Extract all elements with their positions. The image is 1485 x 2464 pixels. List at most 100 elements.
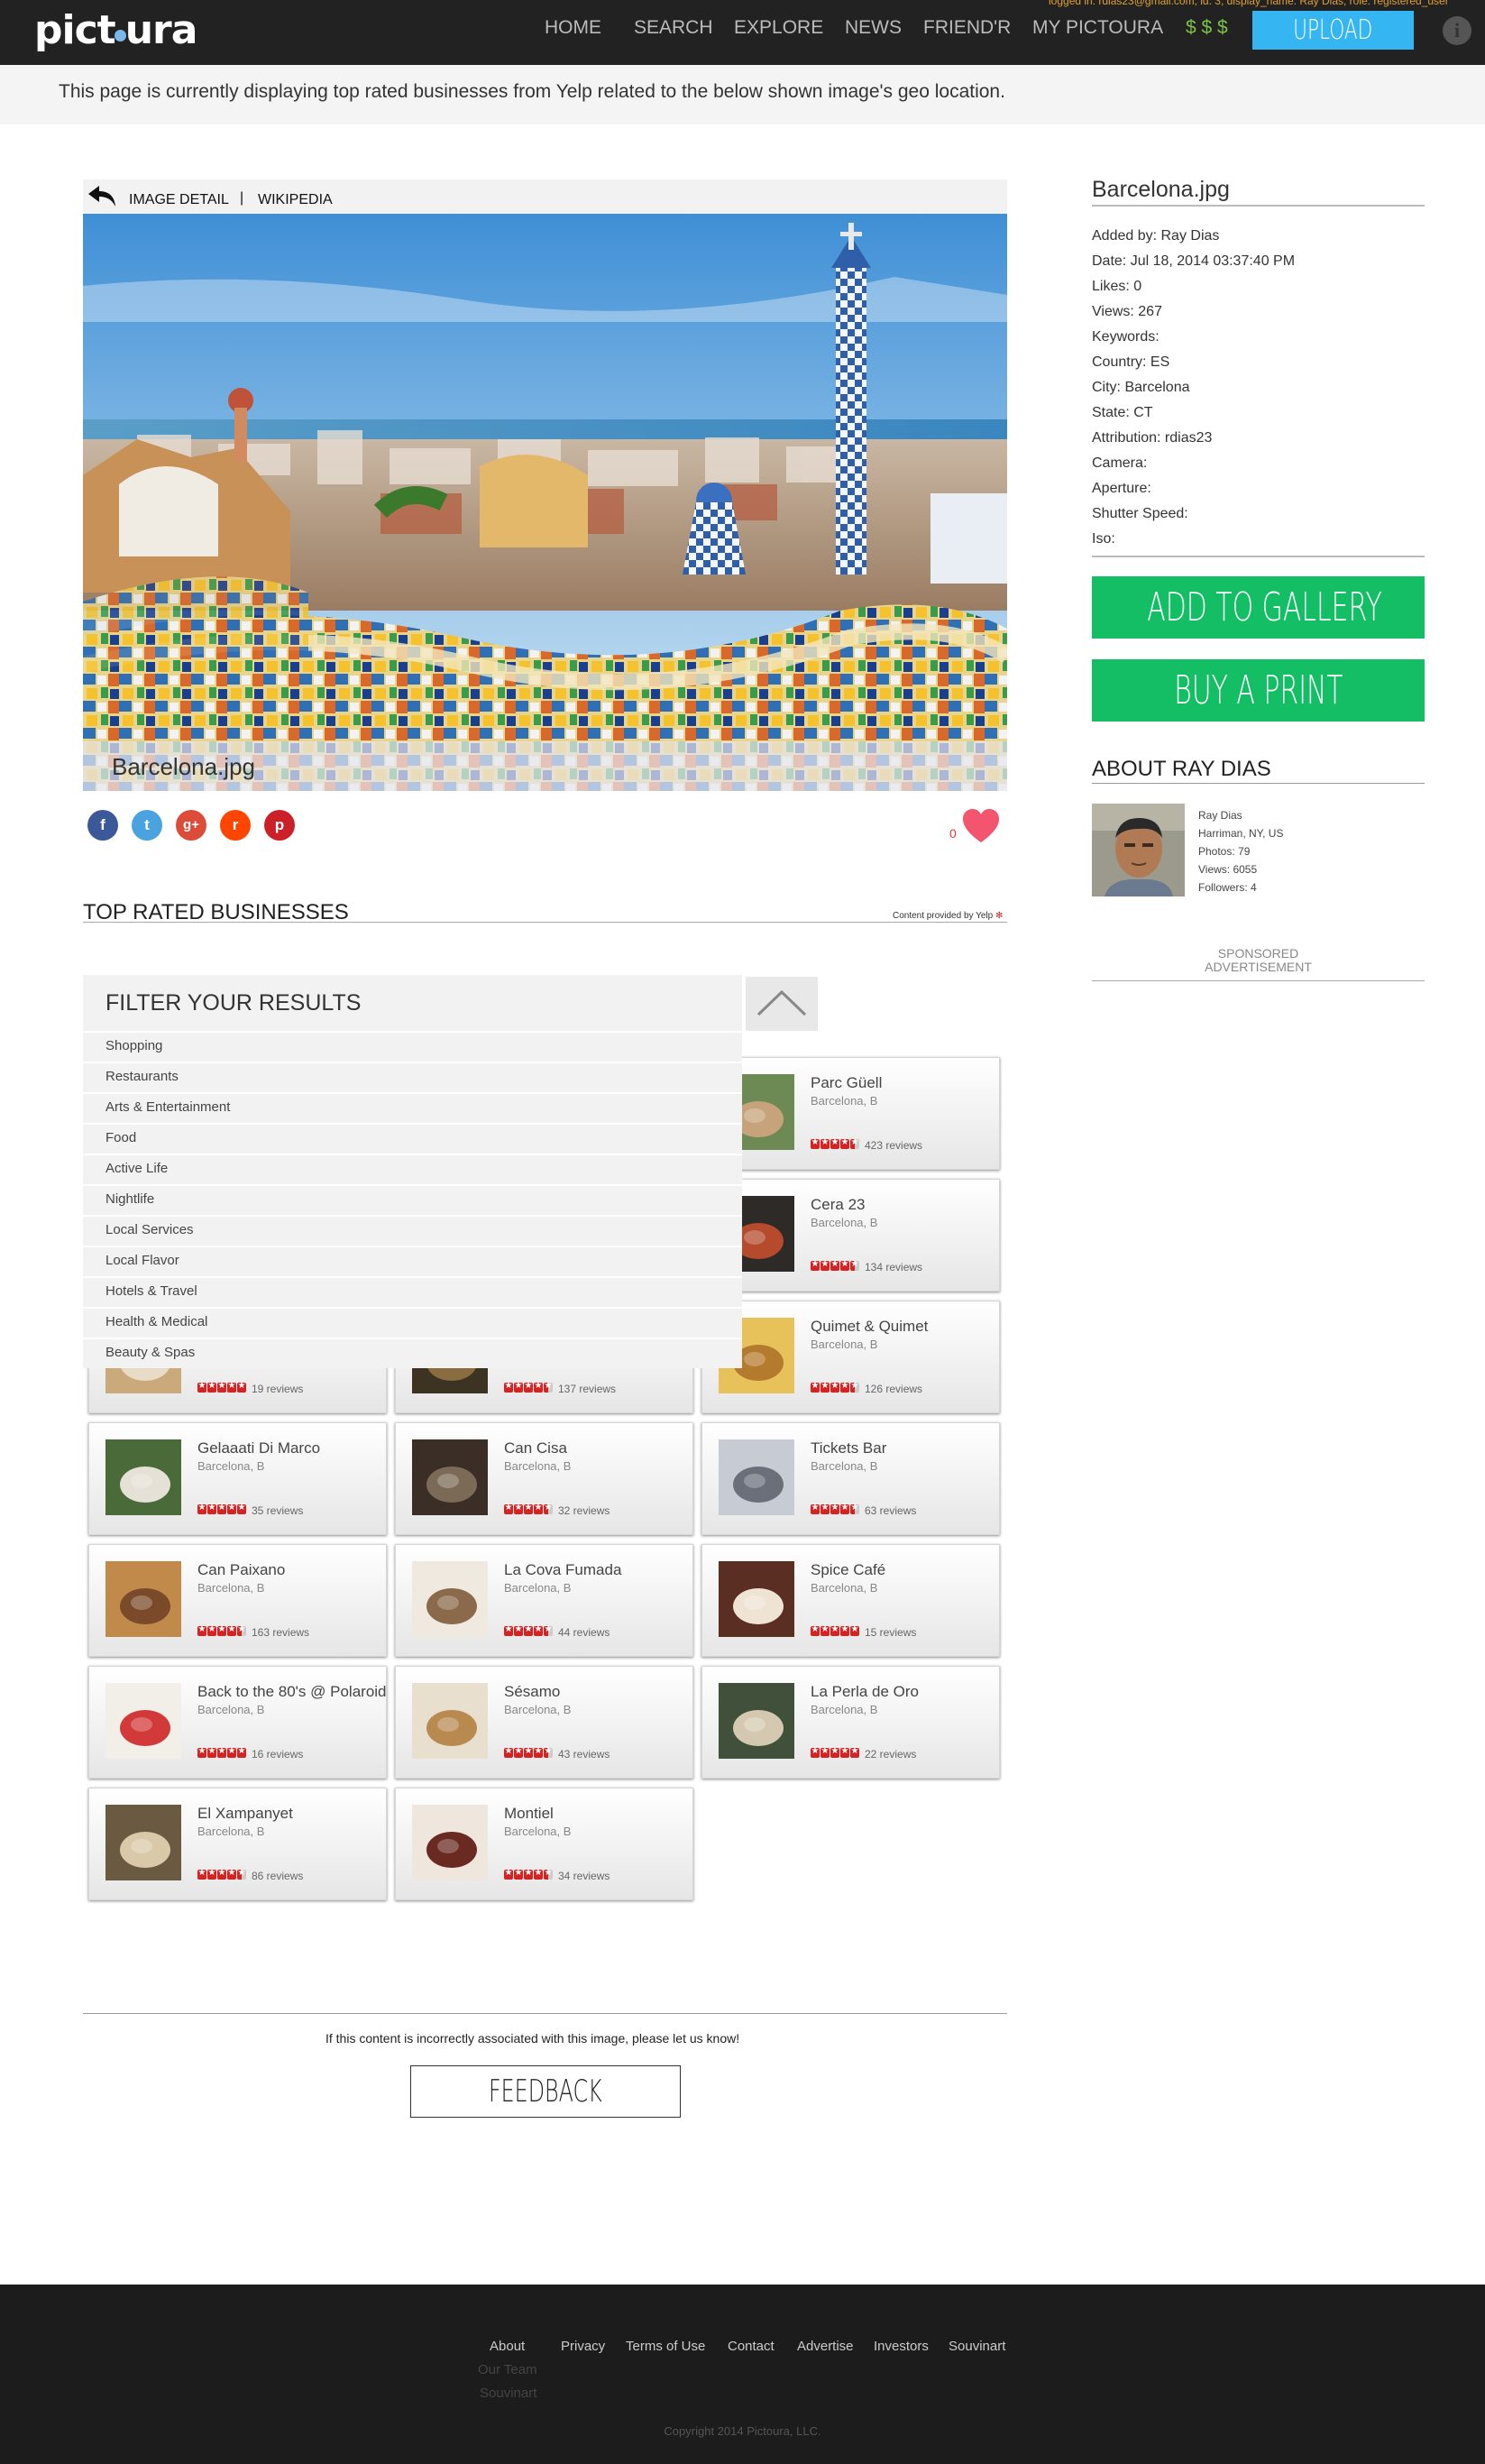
business-card[interactable]: Tickets Bar Barcelona, B 63 reviews — [701, 1422, 1000, 1535]
footer-our-team[interactable]: Our Team — [478, 2362, 537, 2377]
business-card[interactable]: Gelaaati Di Marco Barcelona, B 35 reviews — [88, 1422, 387, 1535]
star-icon — [524, 1746, 533, 1758]
filter-item[interactable]: Shopping — [83, 1031, 742, 1060]
business-name[interactable]: La Cova Fumada — [504, 1561, 621, 1579]
filter-item[interactable]: Restaurants — [83, 1062, 742, 1090]
business-card[interactable]: Parc Güell Barcelona, B 423 reviews — [701, 1057, 1000, 1170]
filter-item[interactable]: Food — [83, 1123, 742, 1152]
star-rating — [197, 1503, 246, 1515]
nav-explore[interactable]: EXPLORE — [734, 17, 823, 39]
footer-investors[interactable]: Investors — [874, 2339, 929, 2354]
business-card[interactable]: El Xampanyet Barcelona, B 86 reviews — [88, 1788, 387, 1900]
business-city: Barcelona, B — [504, 1459, 572, 1473]
footer-about[interactable]: About — [490, 2339, 525, 2354]
heart-like-icon[interactable] — [961, 808, 1001, 844]
business-name[interactable]: Cera 23 — [811, 1196, 865, 1214]
footer-privacy[interactable]: Privacy — [561, 2339, 605, 2354]
business-card[interactable]: Cera 23 Barcelona, B 134 reviews — [701, 1179, 1000, 1292]
filter-item[interactable]: Nightlife — [83, 1184, 742, 1213]
business-name[interactable]: Can Paixano — [197, 1561, 285, 1579]
business-card[interactable]: Sésamo Barcelona, B 43 reviews — [395, 1666, 693, 1779]
pinterest-icon[interactable]: p — [264, 810, 295, 841]
star-rating — [811, 1137, 859, 1150]
facebook-icon[interactable]: f — [87, 810, 118, 841]
business-thumbnail[interactable] — [105, 1561, 181, 1637]
business-name[interactable]: Parc Güell — [811, 1074, 882, 1092]
feedback-button[interactable]: FEEDBACK — [410, 2065, 681, 2118]
business-name[interactable]: Sésamo — [504, 1683, 560, 1701]
business-thumbnail[interactable] — [412, 1805, 488, 1880]
nav-my-pictoura[interactable]: MY PICTOURA — [1032, 17, 1163, 39]
business-card[interactable]: Can Paixano Barcelona, B 163 reviews — [88, 1544, 387, 1657]
info-icon[interactable]: i — [1443, 16, 1471, 45]
star-icon — [207, 1624, 216, 1636]
main-photo[interactable] — [83, 214, 1007, 791]
star-icon — [850, 1259, 859, 1271]
filter-item[interactable]: Active Life — [83, 1154, 742, 1182]
avatar[interactable] — [1092, 804, 1185, 896]
twitter-icon[interactable]: t — [132, 810, 162, 841]
business-name[interactable]: La Perla de Oro — [811, 1683, 919, 1701]
star-icon — [227, 1503, 236, 1514]
business-city: Barcelona, B — [197, 1459, 265, 1473]
business-name[interactable]: Gelaaati Di Marco — [197, 1439, 320, 1457]
business-name[interactable]: Tickets Bar — [811, 1439, 886, 1457]
business-card[interactable]: Montiel Barcelona, B 34 reviews — [395, 1788, 693, 1900]
filter-item[interactable]: Local Services — [83, 1215, 742, 1244]
business-card[interactable]: Can Cisa Barcelona, B 32 reviews — [395, 1422, 693, 1535]
google-plus-icon[interactable]: g+ — [176, 810, 206, 841]
star-icon — [207, 1746, 216, 1758]
nav-search[interactable]: SEARCH — [634, 17, 713, 39]
reddit-icon[interactable]: r — [220, 810, 251, 841]
business-name[interactable]: Spice Café — [811, 1561, 885, 1579]
filter-collapse-button[interactable] — [746, 977, 818, 1031]
footer-terms[interactable]: Terms of Use — [626, 2339, 705, 2354]
footer-souvinart-sub[interactable]: Souvinart — [480, 2386, 536, 2401]
nav-news[interactable]: NEWS — [845, 17, 902, 39]
star-icon — [237, 1868, 246, 1880]
back-arrow-icon[interactable] — [87, 183, 117, 210]
footer-advertise[interactable]: Advertise — [797, 2339, 854, 2354]
about-field[interactable]: Ray Dias — [1198, 809, 1242, 822]
business-thumbnail[interactable] — [412, 1439, 488, 1515]
business-name[interactable]: Can Cisa — [504, 1439, 567, 1457]
nav-friendr[interactable]: FRIEND'R — [923, 17, 1011, 39]
business-card[interactable]: La Cova Fumada Barcelona, B 44 reviews — [395, 1544, 693, 1657]
filter-item[interactable]: Arts & Entertainment — [83, 1092, 742, 1121]
business-thumbnail[interactable] — [719, 1561, 794, 1637]
business-name[interactable]: El Xampanyet — [197, 1805, 293, 1823]
nav-money[interactable]: $ $ $ — [1186, 17, 1228, 39]
filter-item[interactable]: Beauty & Spas — [83, 1338, 742, 1366]
star-icon — [534, 1746, 543, 1758]
star-icon — [524, 1503, 533, 1514]
footer-souvinart[interactable]: Souvinart — [949, 2339, 1005, 2354]
buy-print-button[interactable]: BUY A PRINT — [1092, 659, 1425, 722]
pictoura-logo[interactable]: pict ura — [34, 7, 197, 53]
nav-home[interactable]: HOME — [545, 17, 601, 39]
business-name[interactable]: Quimet & Quimet — [811, 1318, 928, 1336]
filter-item[interactable]: Health & Medical — [83, 1307, 742, 1336]
business-name[interactable]: Montiel — [504, 1805, 554, 1823]
business-thumbnail[interactable] — [412, 1561, 488, 1637]
filter-item[interactable]: Hotels & Travel — [83, 1276, 742, 1305]
business-thumbnail[interactable] — [105, 1683, 181, 1759]
business-thumbnail[interactable] — [105, 1439, 181, 1515]
business-card[interactable]: Quimet & Quimet Barcelona, B 126 reviews — [701, 1301, 1000, 1413]
star-icon — [820, 1503, 830, 1514]
business-card[interactable]: Spice Café Barcelona, B 15 reviews — [701, 1544, 1000, 1657]
business-thumbnail[interactable] — [719, 1683, 794, 1759]
tab-image-detail[interactable]: IMAGE DETAIL — [129, 192, 229, 208]
upload-button[interactable]: UPLOAD — [1252, 11, 1414, 50]
footer-contact[interactable]: Contact — [728, 2339, 775, 2354]
business-thumbnail[interactable] — [412, 1683, 488, 1759]
business-name[interactable]: Back to the 80's @ Polaroid — [197, 1683, 387, 1701]
star-icon — [840, 1137, 849, 1149]
star-icon — [830, 1746, 839, 1758]
business-thumbnail[interactable] — [105, 1805, 181, 1880]
add-to-gallery-button[interactable]: ADD TO GALLERY — [1092, 576, 1425, 639]
tab-wikipedia[interactable]: WIKIPEDIA — [258, 192, 333, 208]
filter-item[interactable]: Local Flavor — [83, 1246, 742, 1274]
business-card[interactable]: La Perla de Oro Barcelona, B 22 reviews — [701, 1666, 1000, 1779]
business-thumbnail[interactable] — [719, 1439, 794, 1515]
business-card[interactable]: Back to the 80's @ Polaroid Barcelona, B 1… — [88, 1666, 387, 1779]
